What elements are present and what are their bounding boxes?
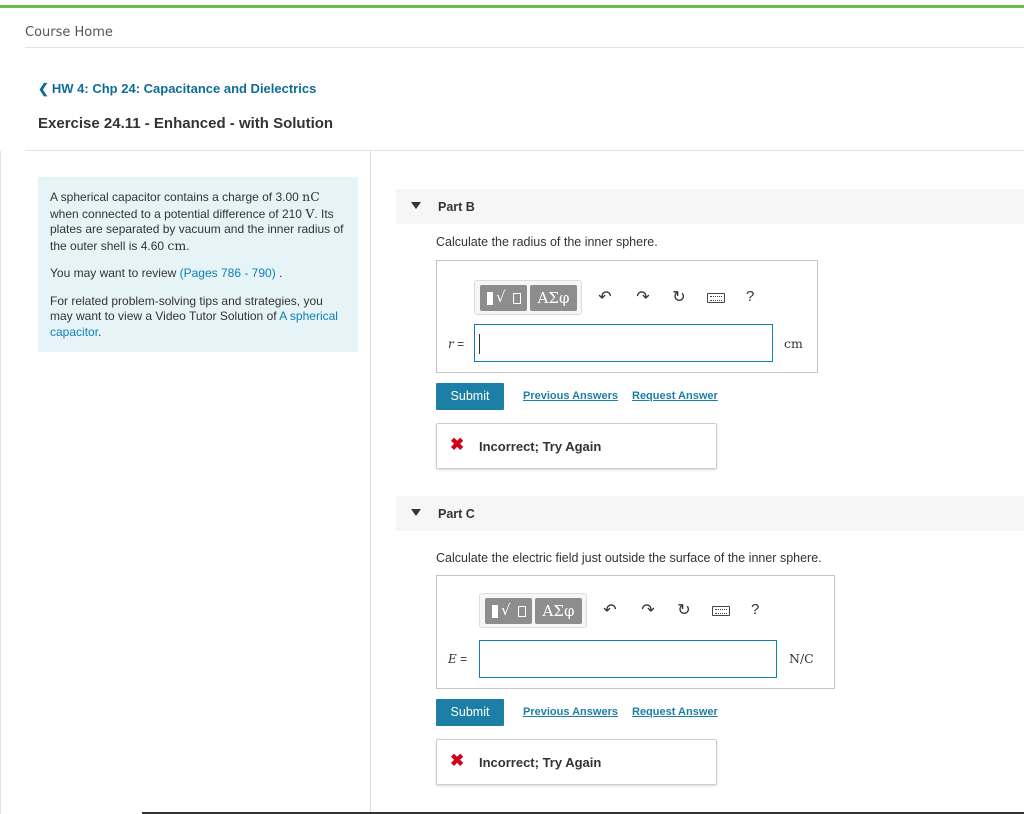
accent-strip [0, 5, 1024, 8]
course-home-link[interactable]: Course Home [25, 25, 113, 40]
part-label: Part B [438, 200, 475, 214]
page-title: Exercise 24.11 - Enhanced - with Solutio… [38, 115, 334, 132]
math-toolbar: √ ΑΣφ ↶ ↷ ↻ ? [479, 593, 779, 628]
templates-button[interactable]: √ [480, 285, 527, 311]
request-answer-link[interactable]: Request Answer [632, 390, 718, 402]
incorrect-icon: ✖ [450, 751, 465, 770]
pane-border [0, 151, 1, 814]
collapse-triangle-icon [411, 202, 421, 209]
variable-label: r = [448, 337, 465, 351]
assignment-title: HW 4: Chp 24: Capacitance and Dielectric… [51, 81, 317, 96]
undo-icon[interactable]: ↶ [596, 287, 614, 306]
sqrt-icon: √ [496, 288, 506, 306]
greek-symbols-button[interactable]: ΑΣφ [535, 598, 582, 624]
template-group: √ ΑΣφ [479, 593, 587, 628]
undo-icon[interactable]: ↶ [601, 600, 619, 619]
keyboard-icon[interactable] [707, 293, 725, 303]
reset-icon[interactable]: ↻ [670, 287, 688, 306]
math-toolbar: √ ΑΣφ ↶ ↷ ↻ ? [474, 280, 774, 315]
incorrect-icon: ✖ [450, 435, 465, 454]
templates-button[interactable]: √ [485, 598, 532, 624]
previous-answers-link[interactable]: Previous Answers [523, 390, 618, 402]
part-c-answer-box: √ ΑΣφ ↶ ↷ ↻ ? E = N/C [436, 575, 835, 689]
submit-button[interactable]: Submit [436, 383, 504, 410]
unit-label: N/C [789, 651, 814, 666]
help-button[interactable]: ? [751, 601, 759, 618]
feedback-message: Incorrect; Try Again [479, 755, 602, 770]
feedback-box: ✖ Incorrect; Try Again [436, 739, 717, 785]
answer-input[interactable] [479, 640, 777, 678]
keyboard-icon[interactable] [712, 606, 730, 616]
unit-label: cm [784, 336, 803, 351]
greek-symbols-button[interactable]: ΑΣφ [530, 285, 577, 311]
answer-text-field[interactable] [480, 641, 776, 677]
redo-icon[interactable]: ↷ [634, 287, 652, 306]
part-c-header[interactable]: Part C [396, 496, 1024, 531]
previous-answers-link[interactable]: Previous Answers [523, 706, 618, 718]
back-to-assignment-link[interactable]: ❮ HW 4: Chp 24: Capacitance and Dielectri… [38, 81, 316, 97]
variable-label: E = [448, 652, 468, 666]
part-label: Part C [438, 507, 475, 521]
feedback-message: Incorrect; Try Again [479, 439, 602, 454]
problem-statement: A spherical capacitor contains a charge … [50, 189, 344, 253]
submit-button[interactable]: Submit [436, 699, 504, 726]
pane-divider [370, 151, 371, 814]
review-note: You may want to review (Pages 786 - 790)… [50, 266, 283, 280]
request-answer-link[interactable]: Request Answer [632, 706, 718, 718]
help-button[interactable]: ? [746, 288, 754, 305]
part-b-answer-box: √ ΑΣφ ↶ ↷ ↻ ? r = cm [436, 260, 818, 373]
part-b-header[interactable]: Part B [396, 189, 1024, 224]
template-group: √ ΑΣφ [474, 280, 582, 315]
feedback-box: ✖ Incorrect; Try Again [436, 423, 717, 469]
top-bar [0, 0, 1024, 8]
divider-line [25, 150, 1024, 151]
redo-icon[interactable]: ↷ [639, 600, 657, 619]
video-tutor-note: For related problem-solving tips and str… [50, 293, 338, 339]
answer-text-field[interactable] [475, 325, 772, 361]
pages-link[interactable]: (Pages 786 - 790) [180, 266, 276, 280]
part-c-question: Calculate the electric field just outsid… [436, 551, 822, 565]
divider-line [25, 47, 1024, 48]
answer-input[interactable] [474, 324, 773, 362]
problem-intro: A spherical capacitor contains a charge … [38, 177, 358, 352]
chevron-left-icon: ❮ [38, 81, 49, 96]
part-b-question: Calculate the radius of the inner sphere… [436, 235, 658, 249]
sqrt-icon: √ [501, 601, 511, 619]
collapse-triangle-icon [411, 509, 421, 516]
reset-icon[interactable]: ↻ [675, 600, 693, 619]
